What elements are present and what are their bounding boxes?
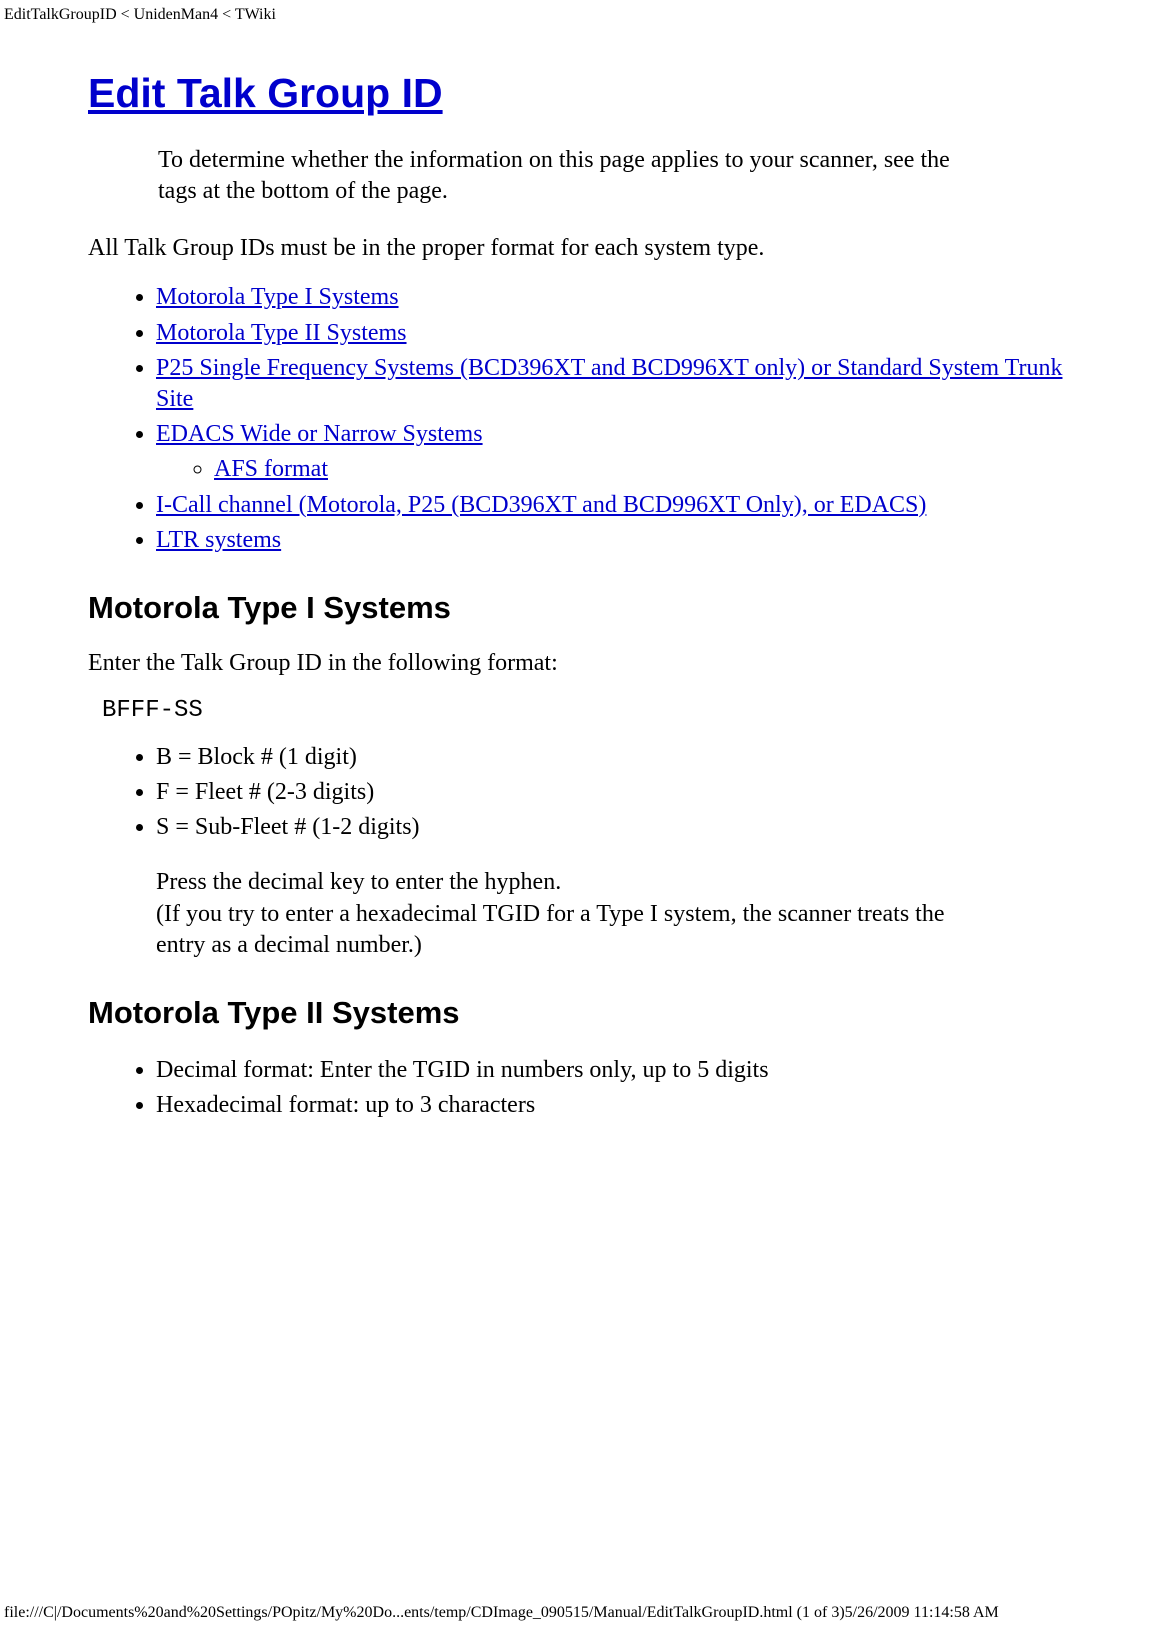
- toc-link-afs-format[interactable]: AFS format: [214, 456, 328, 482]
- toc-item: Motorola Type II Systems: [156, 318, 1087, 349]
- footer-path: file:///C|/Documents%20and%20Settings/PO…: [4, 1604, 1163, 1622]
- toc-link-icall[interactable]: I-Call channel (Motorola, P25 (BCD396XT …: [156, 492, 926, 518]
- header-path: EditTalkGroupID < UnidenMan4 < TWiki: [4, 6, 276, 24]
- list-item: S = Sub-Fleet # (1-2 digits): [156, 812, 1087, 843]
- toc-item: LTR systems: [156, 525, 1087, 556]
- section-heading-motorola-type-ii: Motorola Type II Systems: [88, 995, 1087, 1031]
- mot1-legend-list: B = Block # (1 digit) F = Fleet # (2-3 d…: [88, 742, 1087, 844]
- page: EditTalkGroupID < UnidenMan4 < TWiki Edi…: [0, 0, 1167, 1628]
- toc-link-ltr[interactable]: LTR systems: [156, 527, 281, 553]
- intro-paragraph: All Talk Group IDs must be in the proper…: [88, 235, 1087, 262]
- toc-item: EDACS Wide or Narrow Systems AFS format: [156, 419, 1087, 485]
- toc-link-motorola-type-i[interactable]: Motorola Type I Systems: [156, 284, 399, 310]
- list-item: F = Fleet # (2-3 digits): [156, 777, 1087, 808]
- mot1-format-code: BFFF-SS: [102, 697, 1087, 724]
- list-item: Decimal format: Enter the TGID in number…: [156, 1055, 1087, 1086]
- applicability-note: To determine whether the information on …: [158, 145, 952, 207]
- toc-link-edacs[interactable]: EDACS Wide or Narrow Systems: [156, 421, 483, 447]
- toc-item: Motorola Type I Systems: [156, 282, 1087, 313]
- toc-subitem: AFS format: [214, 454, 1087, 485]
- page-title[interactable]: Edit Talk Group ID: [88, 70, 1087, 117]
- mot1-note: Press the decimal key to enter the hyphe…: [156, 867, 952, 961]
- content-area: Edit Talk Group ID To determine whether …: [88, 70, 1087, 1141]
- toc-link-motorola-type-ii[interactable]: Motorola Type II Systems: [156, 320, 407, 346]
- mot2-list: Decimal format: Enter the TGID in number…: [88, 1055, 1087, 1121]
- section-heading-motorola-type-i: Motorola Type I Systems: [88, 590, 1087, 626]
- list-item: Hexadecimal format: up to 3 characters: [156, 1090, 1087, 1121]
- toc-item: I-Call channel (Motorola, P25 (BCD396XT …: [156, 490, 1087, 521]
- mot1-intro: Enter the Talk Group ID in the following…: [88, 650, 1087, 677]
- table-of-contents: Motorola Type I Systems Motorola Type II…: [88, 282, 1087, 556]
- list-item: B = Block # (1 digit): [156, 742, 1087, 773]
- toc-item: P25 Single Frequency Systems (BCD396XT a…: [156, 353, 1087, 415]
- toc-link-p25[interactable]: P25 Single Frequency Systems (BCD396XT a…: [156, 355, 1062, 412]
